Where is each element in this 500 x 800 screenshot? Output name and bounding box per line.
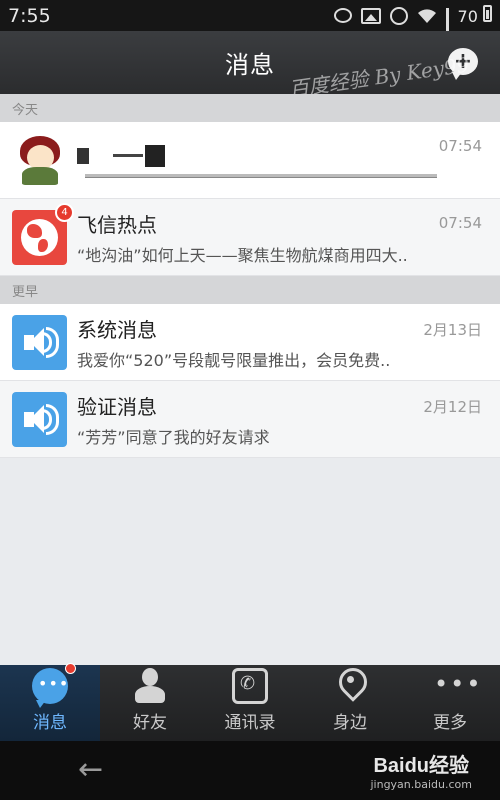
conversation-preview: “芳芳”同意了我的好友请求 <box>77 428 270 447</box>
conversation-time: 07:54 <box>438 214 482 232</box>
tab-label: 好友 <box>133 713 167 733</box>
tab-friends[interactable]: 好友 <box>100 665 200 741</box>
phonebook-icon <box>232 668 268 704</box>
location-pin-icon <box>332 668 368 704</box>
tab-label: 消息 <box>33 713 67 733</box>
redacted-name-block <box>145 145 165 167</box>
image-notification-icon <box>360 7 381 24</box>
section-header-today: 今天 <box>0 94 500 122</box>
tab-label: 通讯录 <box>224 713 276 733</box>
conversation-time: 07:54 <box>438 137 482 155</box>
speaker-icon <box>12 314 67 370</box>
signal-icon <box>445 7 449 62</box>
baidu-jingyan-logo: Baidu经验 jingyan.baidu.com <box>370 749 472 791</box>
unread-badge: 4 <box>55 202 74 222</box>
redacted-preview-line <box>85 174 437 178</box>
conversation-name: 验证消息 <box>77 395 157 419</box>
conversation-time: 2月12日 <box>423 398 482 416</box>
battery-indicator: 70 <box>458 5 492 26</box>
tab-messages[interactable]: 消息 <box>0 663 100 741</box>
brand-url: jingyan.baidu.com <box>370 778 472 791</box>
status-time: 7:55 <box>8 4 51 27</box>
conversation-item[interactable]: 4 飞信热点 “地沟油”如何上天——聚焦生物航煤商用四大.. 07:54 <box>0 199 500 276</box>
unread-dot <box>65 663 76 674</box>
system-nav-bar: ← Baidu经验 jingyan.baidu.com <box>0 741 500 800</box>
redacted-name-block <box>113 154 143 157</box>
conversation-item[interactable]: 验证消息 “芳芳”同意了我的好友请求 2月12日 <box>0 381 500 458</box>
conversation-item[interactable]: 07:54 <box>0 122 500 199</box>
tab-label: 身边 <box>333 713 367 733</box>
conversation-preview: “地沟油”如何上天——聚焦生物航煤商用四大.. <box>77 246 408 265</box>
bottom-tab-bar: 消息 好友 通讯录 身边 更多 <box>0 663 500 741</box>
battery-icon <box>483 5 492 22</box>
speaker-icon <box>12 391 67 447</box>
status-bar: 7:55 70 <box>0 0 500 62</box>
back-arrow-icon[interactable]: ← <box>78 755 112 785</box>
battery-level: 70 <box>457 7 478 26</box>
tab-more[interactable]: 更多 <box>400 665 500 741</box>
conversation-time: 2月13日 <box>423 321 482 339</box>
chat-bubble-icon <box>32 663 76 708</box>
conversation-name: 系统消息 <box>77 318 157 342</box>
section-header-earlier: 更早 <box>0 276 500 304</box>
more-dots-icon <box>432 668 482 704</box>
conversation-preview: 我爱你“520”号段靓号限量推出，会员免费.. <box>77 351 391 370</box>
conversation-name: 飞信热点 <box>77 213 157 237</box>
conversation-item[interactable]: 系统消息 我爱你“520”号段靓号限量推出，会员免费.. 2月13日 <box>0 304 500 381</box>
person-icon <box>132 668 168 704</box>
globe-icon: 4 <box>12 202 74 265</box>
page-title: 消息 <box>225 51 275 79</box>
brand-logo: Baidu经验 <box>373 755 470 777</box>
chat-notification-icon <box>333 8 352 23</box>
redacted-name-block <box>77 148 89 164</box>
doll-avatar <box>12 132 67 188</box>
tab-nearby[interactable]: 身边 <box>300 665 400 741</box>
wifi-icon <box>417 8 437 24</box>
tab-contacts[interactable]: 通讯录 <box>200 665 300 741</box>
alarm-icon <box>389 6 408 25</box>
tab-label: 更多 <box>433 713 467 733</box>
